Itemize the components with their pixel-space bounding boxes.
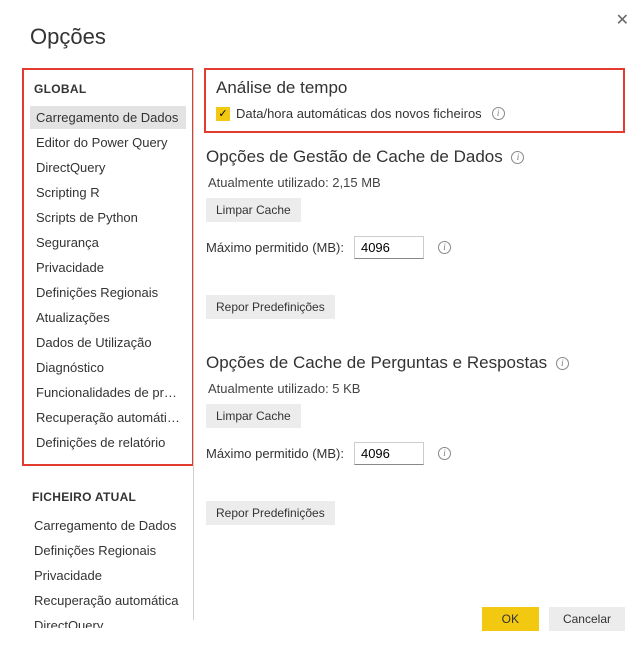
clear-cache-button[interactable]: Limpar Cache [206, 198, 301, 222]
sidebar-global-highlight: GLOBAL Carregamento de Dados Editor do P… [22, 68, 194, 466]
sidebar-item-cf-autorecover[interactable]: Recuperação automática [22, 589, 194, 612]
info-icon[interactable]: i [438, 447, 451, 460]
data-cache-max-row: Máximo permitido (MB): i [206, 236, 625, 259]
qa-cache-section: Opções de Cache de Perguntas e Respostas… [204, 353, 625, 525]
sidebar-item-regional[interactable]: Definições Regionais [30, 281, 186, 304]
options-dialog: ✕ Opções GLOBAL Carregamento de Dados Ed… [0, 0, 643, 653]
sidebar-item-preview-features[interactable]: Funcionalidades de pré... [30, 381, 186, 404]
clear-qa-cache-button[interactable]: Limpar Cache [206, 404, 301, 428]
qa-cache-max-label: Máximo permitido (MB): [206, 446, 344, 461]
data-cache-used: Atualmente utilizado: 2,15 MB [206, 175, 625, 190]
cancel-button[interactable]: Cancelar [549, 607, 625, 631]
dialog-content: GLOBAL Carregamento de Dados Editor do P… [0, 68, 643, 628]
data-cache-section: Opções de Gestão de Cache de Dados i Atu… [204, 147, 625, 319]
dialog-footer: OK Cancelar [482, 607, 625, 631]
sidebar-item-diagnostics[interactable]: Diagnóstico [30, 356, 186, 379]
dialog-title: Opções [0, 0, 643, 68]
sidebar-item-cf-regional[interactable]: Definições Regionais [22, 539, 194, 562]
ok-button[interactable]: OK [482, 607, 539, 631]
info-icon[interactable]: i [556, 357, 569, 370]
qa-cache-used: Atualmente utilizado: 5 KB [206, 381, 625, 396]
info-icon[interactable]: i [511, 151, 524, 164]
qa-cache-max-input[interactable] [354, 442, 424, 465]
sidebar-item-cf-directquery[interactable]: DirectQuery [22, 614, 194, 628]
qa-cache-title-text: Opções de Cache de Perguntas e Respostas [206, 353, 547, 372]
sidebar-item-cf-data-load[interactable]: Carregamento de Dados [22, 514, 194, 537]
qa-cache-max-row: Máximo permitido (MB): i [206, 442, 625, 465]
sidebar-item-python-scripts[interactable]: Scripts de Python [30, 206, 186, 229]
sidebar-header-global: GLOBAL [30, 76, 186, 104]
sidebar-item-security[interactable]: Segurança [30, 231, 186, 254]
data-cache-max-label: Máximo permitido (MB): [206, 240, 344, 255]
time-analysis-title: Análise de tempo [216, 78, 613, 98]
sidebar-current-file: FICHEIRO ATUAL Carregamento de Dados Def… [22, 476, 194, 628]
sidebar-item-updates[interactable]: Atualizações [30, 306, 186, 329]
auto-datetime-label: Data/hora automáticas dos novos ficheiro… [236, 106, 482, 121]
data-cache-title-text: Opções de Gestão de Cache de Dados [206, 147, 503, 166]
main-panel: Análise de tempo ✓ Data/hora automáticas… [194, 68, 625, 628]
checkbox-checked-icon[interactable]: ✓ [216, 107, 230, 121]
data-cache-title: Opções de Gestão de Cache de Dados i [206, 147, 625, 167]
close-icon[interactable]: ✕ [616, 10, 629, 30]
info-icon[interactable]: i [438, 241, 451, 254]
sidebar-item-usage-data[interactable]: Dados de Utilização [30, 331, 186, 354]
sidebar-item-privacy[interactable]: Privacidade [30, 256, 186, 279]
time-analysis-highlight: Análise de tempo ✓ Data/hora automáticas… [204, 68, 625, 133]
sidebar-item-r-scripting[interactable]: Scripting R [30, 181, 186, 204]
sidebar: GLOBAL Carregamento de Dados Editor do P… [22, 68, 194, 628]
sidebar-item-autorecover[interactable]: Recuperação automática [30, 406, 186, 429]
qa-cache-title: Opções de Cache de Perguntas e Respostas… [206, 353, 625, 373]
sidebar-item-cf-privacy[interactable]: Privacidade [22, 564, 194, 587]
reset-defaults-button[interactable]: Repor Predefinições [206, 295, 335, 319]
sidebar-item-power-query[interactable]: Editor do Power Query [30, 131, 186, 154]
data-cache-max-input[interactable] [354, 236, 424, 259]
reset-qa-defaults-button[interactable]: Repor Predefinições [206, 501, 335, 525]
auto-datetime-row[interactable]: ✓ Data/hora automáticas dos novos fichei… [216, 106, 613, 121]
info-icon[interactable]: i [492, 107, 505, 120]
sidebar-header-current-file: FICHEIRO ATUAL [22, 476, 194, 512]
sidebar-item-data-load[interactable]: Carregamento de Dados [30, 106, 186, 129]
sidebar-item-directquery[interactable]: DirectQuery [30, 156, 186, 179]
sidebar-item-report-settings[interactable]: Definições de relatório [30, 431, 186, 454]
